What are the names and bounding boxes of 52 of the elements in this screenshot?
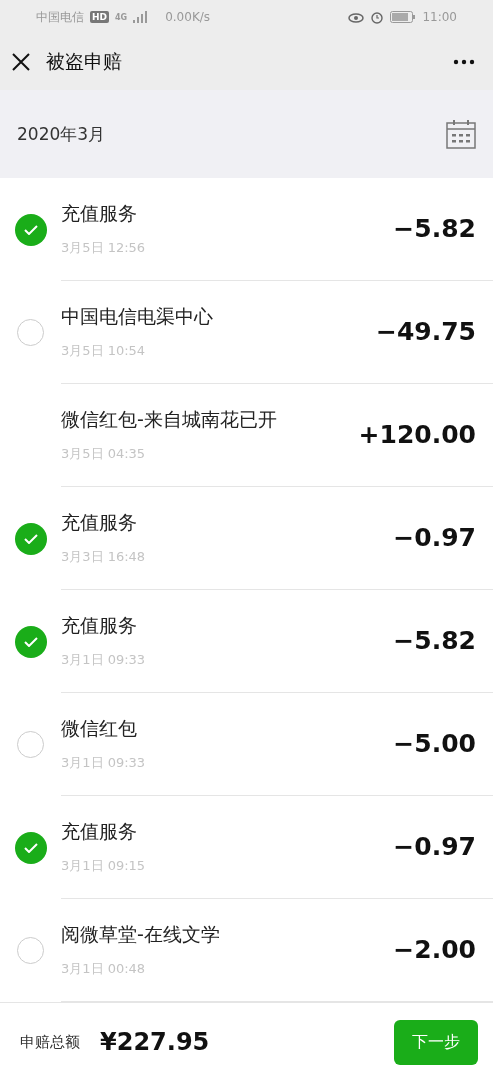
transaction-title: 充值服务 <box>61 612 138 638</box>
battery-icon <box>390 11 417 23</box>
clock-time: 11:00 <box>422 10 457 24</box>
transaction-title: 中国电信电渠中心 <box>61 303 214 329</box>
more-icon <box>453 59 475 65</box>
transaction-time: 3月1日 09:15 <box>61 856 147 875</box>
network-type: 4G <box>115 12 128 22</box>
checkmark-icon <box>23 842 38 853</box>
more-button[interactable] <box>453 59 475 65</box>
month-label: 2020年3月 <box>17 122 106 146</box>
next-button[interactable]: 下一步 <box>394 1019 478 1065</box>
transaction-title: 微信红包 <box>61 715 138 741</box>
checkmark-icon <box>23 636 38 647</box>
signal-icon <box>133 11 148 23</box>
alarm-clock-icon <box>370 10 385 24</box>
transaction-title: 阅微草堂-在线文学 <box>61 921 221 947</box>
transaction-title: 充值服务 <box>61 200 138 226</box>
transaction-time: 3月1日 09:33 <box>61 753 147 772</box>
transaction-title: 微信红包-来自城南花已开 <box>61 406 278 432</box>
transaction-amount: −0.97 <box>393 523 476 552</box>
transaction-title: 充值服务 <box>61 509 138 535</box>
transaction-amount: −0.97 <box>393 832 476 861</box>
close-button[interactable] <box>12 53 30 71</box>
page-title: 被盗申赔 <box>46 49 123 74</box>
select-checkbox[interactable] <box>14 625 47 658</box>
transaction-time: 3月3日 16:48 <box>61 547 147 566</box>
total-amount: ¥227.95 <box>100 1028 211 1056</box>
total-label: 申赔总额 <box>20 1032 80 1052</box>
transaction-time: 3月1日 09:33 <box>61 650 147 669</box>
calendar-icon <box>446 119 476 149</box>
eye-icon <box>348 11 365 23</box>
select-checkbox[interactable] <box>14 213 47 246</box>
transaction-amount: −49.75 <box>375 317 476 346</box>
transaction-time: 3月5日 12:56 <box>61 238 147 257</box>
select-checkbox[interactable] <box>14 522 47 555</box>
network-speed: 0.00K/s <box>165 10 211 24</box>
transaction-amount: −5.82 <box>393 214 476 243</box>
calendar-button[interactable] <box>446 119 476 149</box>
close-icon <box>12 53 30 71</box>
transaction-time: 3月5日 10:54 <box>61 341 147 360</box>
checkmark-icon <box>23 533 38 544</box>
carrier-name: 中国电信 <box>36 8 84 26</box>
transaction-time: 3月1日 00:48 <box>61 959 147 978</box>
hd-badge: HD <box>90 11 109 23</box>
select-checkbox[interactable] <box>14 831 47 864</box>
transaction-amount: +120.00 <box>358 420 476 449</box>
transaction-amount: −2.00 <box>393 935 476 964</box>
transaction-time: 3月5日 04:35 <box>61 444 147 463</box>
transaction-title: 充值服务 <box>61 818 138 844</box>
transaction-amount: −5.00 <box>393 729 476 758</box>
checkmark-icon <box>23 224 38 235</box>
transaction-amount: −5.82 <box>393 626 476 655</box>
